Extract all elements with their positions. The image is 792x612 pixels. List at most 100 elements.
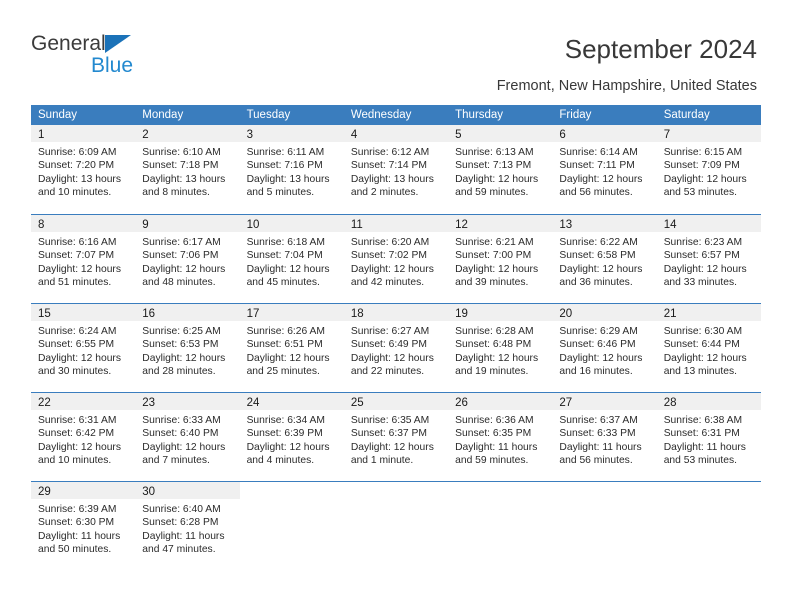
day-cell[interactable]: 17 Sunrise: 6:26 AM Sunset: 6:51 PM Dayligh… (239, 304, 344, 392)
day-number: 12 (455, 219, 468, 231)
day-cell[interactable]: 15 Sunrise: 6:24 AM Sunset: 6:55 PM Dayligh… (31, 304, 136, 392)
day-number-band: 5 (448, 125, 553, 142)
daylight-text-line2: and 28 minutes. (142, 366, 216, 378)
day-number-band: 21 (656, 304, 761, 321)
sunset-text: Sunset: 6:30 PM (38, 517, 115, 529)
day-number: 20 (559, 308, 573, 320)
sunrise-text: Sunrise: 6:34 AM (246, 415, 325, 426)
daylight-text-line1: Daylight: 12 hours (246, 441, 330, 453)
day-cell[interactable]: 11 Sunrise: 6:20 AM Sunset: 7:02 PM Dayligh… (343, 215, 449, 303)
day-cell[interactable]: 18 Sunrise: 6:27 AM Sunset: 6:49 PM Dayligh… (343, 304, 449, 392)
sunrise-text: Sunrise: 6:29 AM (559, 326, 638, 337)
day-number: 1 (38, 129, 45, 141)
day-cell-body: Sunrise: 6:17 AM Sunset: 7:06 PM Daylight:… (135, 232, 239, 290)
day-number: 23 (142, 397, 156, 409)
daylight-text-line1: Daylight: 13 hours (142, 173, 226, 185)
daylight-text-line2: and 4 minutes. (246, 455, 315, 467)
sunset-text: Sunset: 6:33 PM (559, 428, 636, 440)
day-cell[interactable]: 14 Sunrise: 6:23 AM Sunset: 6:57 PM Dayligh… (656, 215, 761, 303)
day-cell-body: Sunrise: 6:27 AM Sunset: 6:49 PM Daylight:… (344, 321, 448, 379)
day-cell-body: Sunrise: 6:29 AM Sunset: 6:46 PM Daylight:… (552, 321, 656, 379)
sunset-text: Sunset: 6:51 PM (246, 339, 323, 351)
day-cell-body (657, 499, 761, 503)
sunrise-text: Sunrise: 6:38 AM (663, 415, 743, 426)
day-cell[interactable]: 10 Sunrise: 6:18 AM Sunset: 7:04 PM Dayligh… (239, 215, 344, 303)
day-number-band: 18 (343, 304, 449, 321)
day-cell[interactable]: 23 Sunrise: 6:33 AM Sunset: 6:40 PM Dayligh… (135, 393, 240, 481)
day-cell-body: Sunrise: 6:16 AM Sunset: 7:07 PM Daylight:… (31, 232, 135, 290)
day-cell[interactable]: 26 Sunrise: 6:36 AM Sunset: 6:35 PM Dayligh… (448, 393, 553, 481)
sunset-text: Sunset: 7:07 PM (38, 250, 115, 262)
sunrise-text: Sunrise: 6:21 AM (455, 237, 534, 248)
sunset-text: Sunset: 6:44 PM (663, 339, 740, 351)
sunset-text: Sunset: 7:11 PM (559, 160, 635, 172)
daylight-text-line1: Daylight: 12 hours (38, 352, 121, 364)
day-cell[interactable]: 20 Sunrise: 6:29 AM Sunset: 6:46 PM Dayligh… (552, 304, 657, 392)
day-cell[interactable]: 5 Sunrise: 6:13 AM Sunset: 7:13 PM Daylight… (448, 125, 553, 214)
day-cell[interactable]: 7 Sunrise: 6:15 AM Sunset: 7:09 PM Daylight… (656, 125, 761, 214)
daylight-text-line2: and 10 minutes. (38, 455, 112, 467)
day-cell[interactable]: 21 Sunrise: 6:30 AM Sunset: 6:44 PM Dayligh… (656, 304, 761, 392)
day-cell[interactable]: 30 Sunrise: 6:40 AM Sunset: 6:28 PM Dayligh… (135, 482, 240, 570)
sunset-text: Sunset: 7:14 PM (350, 160, 427, 172)
day-number: 10 (246, 219, 260, 231)
day-number: 7 (663, 129, 671, 141)
day-cell[interactable]: 3 Sunrise: 6:11 AM Sunset: 7:16 PM Daylight… (239, 125, 344, 214)
day-cell[interactable]: 22 Sunrise: 6:31 AM Sunset: 6:42 PM Dayligh… (31, 393, 136, 481)
day-cell[interactable]: 8 Sunrise: 6:16 AM Sunset: 7:07 PM Daylight… (31, 215, 136, 303)
day-cell[interactable]: 12 Sunrise: 6:21 AM Sunset: 7:00 PM Dayligh… (448, 215, 553, 303)
sunset-text: Sunset: 6:58 PM (559, 250, 636, 262)
weeks-container: 1 Sunrise: 6:09 AM Sunset: 7:20 PM Daylight… (31, 125, 761, 570)
daylight-text-line1: Daylight: 12 hours (38, 263, 121, 275)
sunrise-text: Sunrise: 6:25 AM (142, 326, 221, 337)
day-cell-body: Sunrise: 6:21 AM Sunset: 7:00 PM Daylight:… (448, 232, 552, 290)
generalblue-logo[interactable]: General Blue (31, 33, 211, 83)
day-cell[interactable]: 9 Sunrise: 6:17 AM Sunset: 7:06 PM Daylight… (135, 215, 240, 303)
sunrise-text: Sunrise: 6:24 AM (38, 326, 117, 337)
day-cell[interactable]: 6 Sunrise: 6:14 AM Sunset: 7:11 PM Daylight… (552, 125, 657, 214)
sunset-text: Sunset: 6:42 PM (38, 428, 115, 440)
sunrise-text: Sunrise: 6:39 AM (38, 504, 117, 515)
sunset-text: Sunset: 7:20 PM (38, 160, 115, 172)
day-cell-body: Sunrise: 6:20 AM Sunset: 7:02 PM Daylight:… (344, 232, 448, 290)
day-number: 19 (455, 308, 468, 320)
daylight-text-line2: and 48 minutes. (142, 277, 216, 289)
day-number-band: 22 (31, 393, 136, 410)
day-cell[interactable]: 28 Sunrise: 6:38 AM Sunset: 6:31 PM Dayligh… (656, 393, 761, 481)
day-cell[interactable]: 4 Sunrise: 6:12 AM Sunset: 7:14 PM Daylight… (343, 125, 449, 214)
day-number-band: 11 (343, 215, 449, 232)
sunrise-text: Sunrise: 6:35 AM (350, 415, 430, 426)
day-cell[interactable]: 19 Sunrise: 6:28 AM Sunset: 6:48 PM Dayligh… (448, 304, 553, 392)
daylight-text-line2: and 36 minutes. (559, 277, 633, 289)
day-cell-body (344, 499, 448, 503)
daylight-text-line2: and 56 minutes. (559, 455, 633, 467)
week-row: 1 Sunrise: 6:09 AM Sunset: 7:20 PM Daylight… (31, 125, 761, 214)
sunrise-text: Sunrise: 6:22 AM (559, 237, 638, 248)
day-number-band (344, 482, 448, 499)
day-cell[interactable]: 16 Sunrise: 6:25 AM Sunset: 6:53 PM Dayligh… (135, 304, 240, 392)
day-cell[interactable]: 24 Sunrise: 6:34 AM Sunset: 6:39 PM Dayligh… (239, 393, 344, 481)
day-cell-body: Sunrise: 6:12 AM Sunset: 7:14 PM Daylight:… (344, 142, 448, 200)
day-cell-empty (552, 482, 656, 570)
daylight-text-line2: and 33 minutes. (663, 277, 737, 289)
day-number-band: 23 (135, 393, 240, 410)
sunrise-text: Sunrise: 6:17 AM (142, 237, 221, 248)
daylight-text-line1: Daylight: 12 hours (455, 263, 539, 275)
daylight-text-line2: and 2 minutes. (350, 187, 419, 199)
day-cell[interactable]: 25 Sunrise: 6:35 AM Sunset: 6:37 PM Dayligh… (343, 393, 449, 481)
daylight-text-line1: Daylight: 12 hours (663, 173, 747, 185)
day-cell[interactable]: 13 Sunrise: 6:22 AM Sunset: 6:58 PM Dayligh… (552, 215, 657, 303)
logo-text-general: General (31, 32, 106, 55)
day-cell[interactable]: 1 Sunrise: 6:09 AM Sunset: 7:20 PM Daylight… (31, 125, 136, 214)
sunset-text: Sunset: 6:31 PM (663, 428, 740, 440)
sunset-text: Sunset: 6:46 PM (559, 339, 636, 351)
daylight-text-line1: Daylight: 12 hours (663, 263, 747, 275)
daylight-text-line2: and 42 minutes. (350, 277, 425, 289)
day-number: 18 (350, 308, 364, 320)
day-cell[interactable]: 29 Sunrise: 6:39 AM Sunset: 6:30 PM Dayligh… (31, 482, 136, 570)
day-number-band: 30 (135, 482, 240, 499)
day-cell[interactable]: 2 Sunrise: 6:10 AM Sunset: 7:18 PM Daylight… (135, 125, 240, 214)
sunrise-text: Sunrise: 6:26 AM (246, 326, 325, 337)
day-cell[interactable]: 27 Sunrise: 6:37 AM Sunset: 6:33 PM Dayligh… (552, 393, 657, 481)
day-number: 24 (246, 397, 260, 409)
